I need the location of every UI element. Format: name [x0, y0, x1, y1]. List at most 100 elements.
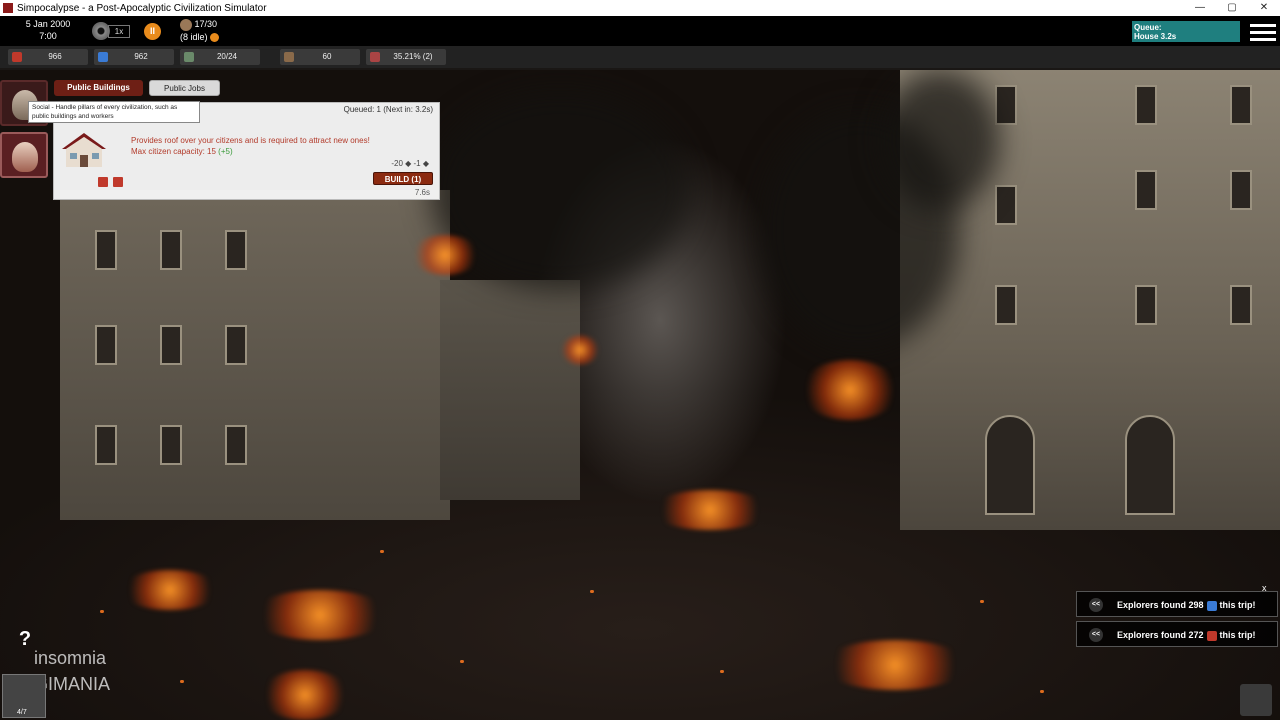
- window: [95, 230, 117, 270]
- app-icon: [3, 3, 13, 13]
- building-left-far: [440, 280, 580, 500]
- pause-button[interactable]: II: [144, 23, 161, 40]
- build-queue[interactable]: Queue: House 3.2s: [1132, 21, 1240, 42]
- fire: [820, 640, 970, 690]
- window: [1135, 85, 1157, 125]
- explorers-button[interactable]: 4/7: [2, 674, 46, 718]
- shop-door: [985, 415, 1035, 515]
- window: [95, 325, 117, 365]
- window: [160, 425, 182, 465]
- description-line: Provides roof over your citizens and is …: [131, 136, 370, 145]
- time-label: 7:00: [39, 31, 57, 41]
- fire: [410, 235, 480, 275]
- watermark-line: insomnia: [34, 648, 107, 668]
- category-button-social[interactable]: [0, 132, 48, 178]
- window: [1230, 285, 1252, 325]
- window: [225, 230, 247, 270]
- window: [995, 85, 1017, 125]
- materials-icon: [184, 52, 194, 62]
- window: [1135, 285, 1157, 325]
- cost-wood: -20: [391, 159, 403, 168]
- house-description: Provides roof over your citizens and is …: [131, 135, 370, 157]
- demolish-icon[interactable]: [113, 177, 123, 187]
- speed-control[interactable]: 1x: [92, 21, 138, 41]
- window: [160, 230, 182, 270]
- build-button[interactable]: BUILD (1): [373, 172, 433, 185]
- ember: [1040, 690, 1044, 693]
- fire: [260, 670, 350, 720]
- resource-water: 962: [94, 49, 174, 65]
- population-count: 17/30: [194, 19, 218, 29]
- capacity-text: Max citizen capacity: 15: [131, 147, 216, 156]
- citizen-portrait-icon: [12, 142, 38, 172]
- date-time: 5 Jan 2000 7:00: [22, 18, 74, 42]
- water-icon: [1206, 600, 1217, 611]
- minimize-button[interactable]: —: [1184, 0, 1216, 16]
- category-tooltip: Social - Handle pillars of every civiliz…: [28, 101, 200, 123]
- ember: [720, 670, 724, 673]
- ember: [460, 660, 464, 663]
- notification-message: Explorers found 298 this trip!: [1117, 600, 1256, 611]
- food-icon: [12, 52, 22, 62]
- window: [995, 185, 1017, 225]
- notification: << Explorers found 298 this trip!: [1076, 591, 1278, 617]
- cost-materials: -1: [413, 159, 421, 168]
- hamburger-menu-icon[interactable]: [1250, 24, 1276, 42]
- maximize-button[interactable]: ▢: [1216, 0, 1248, 16]
- shop-door: [1125, 415, 1175, 515]
- idle-icon: [210, 32, 220, 42]
- ember: [980, 600, 984, 603]
- window: [225, 325, 247, 365]
- ember: [380, 550, 384, 553]
- building-left: [60, 190, 450, 520]
- build-time: 7.6s: [414, 188, 430, 197]
- window: [1135, 170, 1157, 210]
- top-hud: 5 Jan 2000 7:00 1x II 17/30 (8 idle) Que…: [0, 16, 1280, 46]
- house-icon: [62, 133, 106, 167]
- ember: [590, 590, 594, 593]
- window: [160, 325, 182, 365]
- chevron-left-icon[interactable]: <<: [1089, 598, 1103, 612]
- fire: [250, 590, 390, 640]
- window: [225, 425, 247, 465]
- window-title: Simpocalypse - a Post-Apocalyptic Civili…: [17, 2, 267, 14]
- tab-public-jobs[interactable]: Public Jobs: [149, 80, 220, 96]
- window-controls: — ▢ ✕: [1184, 0, 1280, 16]
- fire: [650, 490, 770, 530]
- ember: [180, 680, 184, 683]
- chevron-left-icon[interactable]: <<: [1089, 628, 1103, 642]
- smoke: [880, 70, 1000, 210]
- window: [1230, 85, 1252, 125]
- resource-materials: 20/24: [180, 49, 260, 65]
- resource-food: 966: [8, 49, 88, 65]
- queue-label: Queue:: [1134, 23, 1162, 32]
- close-button[interactable]: ✕: [1248, 0, 1280, 16]
- build-cost: -20 ◆ -1 ◆: [391, 159, 429, 168]
- water-icon: [98, 52, 108, 62]
- notification: << Explorers found 272 this trip!: [1076, 621, 1278, 647]
- food-icon: [1206, 630, 1217, 641]
- speed-selector[interactable]: 1x: [108, 25, 130, 38]
- window: [1230, 170, 1252, 210]
- help-button[interactable]: ?: [14, 628, 36, 654]
- fire: [800, 360, 900, 420]
- window-titlebar: Simpocalypse - a Post-Apocalyptic Civili…: [0, 0, 1280, 16]
- wood-icon: [284, 52, 294, 62]
- citizen-icon: [180, 18, 192, 31]
- population-display: 17/30 (8 idle): [180, 18, 220, 43]
- date-label: 5 Jan 2000: [25, 19, 71, 29]
- fire: [560, 335, 600, 365]
- capacity-bonus: (+5): [218, 147, 233, 156]
- messages-button[interactable]: [1240, 684, 1272, 716]
- resource-bar: 966 962 20/24 60 35.21% (2): [0, 46, 1280, 68]
- research-icon: [370, 52, 380, 62]
- upgrade-icon[interactable]: [98, 177, 108, 187]
- window: [995, 285, 1017, 325]
- window: [95, 425, 117, 465]
- idle-count: (8 idle): [180, 31, 208, 42]
- notification-message: Explorers found 272 this trip!: [1117, 630, 1256, 641]
- tab-public-buildings[interactable]: Public Buildings: [54, 80, 143, 96]
- ember: [100, 610, 104, 613]
- explorers-count: 4/7: [17, 709, 27, 716]
- queue-item: House 3.2s: [1134, 32, 1177, 41]
